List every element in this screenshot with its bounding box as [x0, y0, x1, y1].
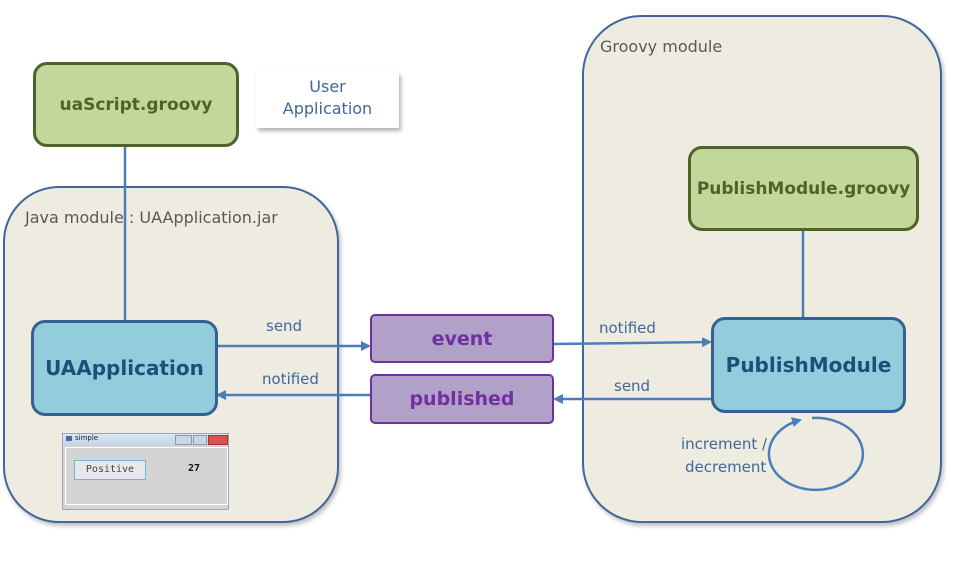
ua-application-box: UAApplication — [31, 320, 218, 416]
loop-label-1: increment / — [681, 435, 768, 453]
note-line-1: User — [309, 77, 346, 96]
positive-button[interactable]: Positive — [74, 460, 146, 480]
minimize-icon[interactable] — [175, 435, 192, 445]
publish-module-box: PublishModule — [711, 317, 906, 413]
pm-notified-label: notified — [599, 319, 656, 337]
pm-send-label: send — [614, 377, 651, 395]
published-box: published — [370, 374, 554, 424]
user-application-note: User Application — [256, 72, 399, 128]
increment-loop-arrow — [767, 416, 865, 492]
app-window-titlebar: simple — [63, 434, 228, 445]
loop-label-2: decrement — [685, 458, 767, 476]
app-window-content: Positive 27 — [65, 447, 228, 505]
ua-send-label: send — [266, 317, 303, 335]
counter-value: 27 — [188, 463, 201, 474]
pm-notified-arrow — [552, 337, 712, 348]
app-window-screenshot: simple Positive 27 — [62, 433, 229, 510]
event-box: event — [370, 314, 554, 363]
ua-notified-label: notified — [262, 370, 319, 388]
maximize-icon[interactable] — [193, 435, 207, 445]
note-line-2: Application — [282, 99, 373, 118]
publish-module-script-box: PublishModule.groovy — [688, 146, 919, 231]
ua-script-box: uaScript.groovy — [33, 62, 239, 147]
app-window-icon — [66, 436, 72, 441]
app-window-title: simple — [75, 434, 99, 442]
close-icon[interactable] — [208, 435, 228, 445]
